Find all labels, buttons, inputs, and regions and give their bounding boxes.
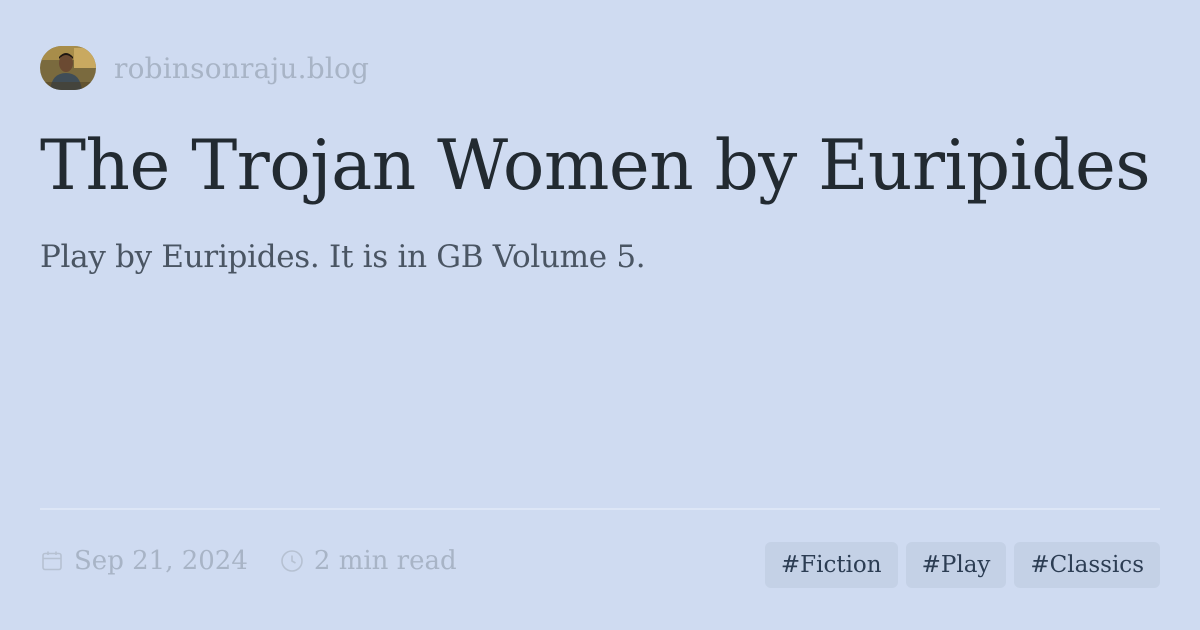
tag-list: #Fiction #Play #Classics	[764, 542, 1160, 588]
read-time: 2 min read	[280, 546, 457, 576]
divider	[40, 508, 1160, 510]
page-title: The Trojan Women by Euripides	[40, 126, 1151, 206]
read-time-text: 2 min read	[313, 546, 457, 576]
tag-fiction[interactable]: #Fiction	[764, 542, 898, 588]
avatar[interactable]	[40, 46, 96, 90]
post-date: Sep 21, 2024	[40, 546, 248, 576]
post-meta: Sep 21, 2024 2 min read	[40, 546, 457, 576]
tag-classics[interactable]: #Classics	[1014, 542, 1160, 588]
clock-icon	[281, 550, 303, 572]
post-subtitle: Play by Euripides. It is in GB Volume 5.	[40, 239, 646, 275]
post-date-text: Sep 21, 2024	[74, 546, 248, 576]
calendar-icon	[42, 551, 62, 571]
tag-play[interactable]: #Play	[905, 542, 1007, 588]
site-name[interactable]: robinsonraju.blog	[114, 52, 369, 85]
site-header[interactable]: robinsonraju.blog	[40, 46, 369, 90]
